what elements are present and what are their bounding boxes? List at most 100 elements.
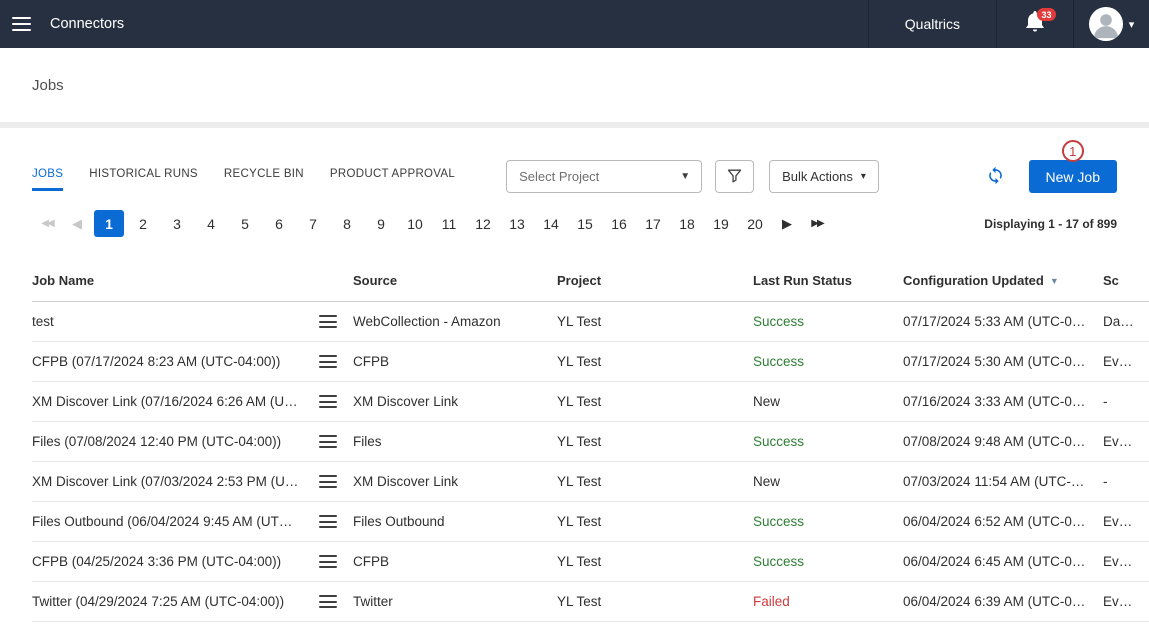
- page-number-18[interactable]: 18: [672, 210, 702, 237]
- project-cell: YL Test: [557, 542, 753, 582]
- bulk-actions-button[interactable]: Bulk Actions ▾: [769, 160, 879, 193]
- row-menu-button[interactable]: [319, 582, 353, 622]
- notification-count-badge: 33: [1037, 8, 1056, 21]
- page-number-15[interactable]: 15: [570, 210, 600, 237]
- source-cell: CFPB: [353, 342, 557, 382]
- annotation-step-1: 1: [1062, 140, 1084, 162]
- schedule-cell: Ev…: [1103, 422, 1149, 462]
- page-number-16[interactable]: 16: [604, 210, 634, 237]
- refresh-icon: [986, 166, 1005, 188]
- project-select-value: Select Project: [519, 169, 599, 184]
- column-header-last-run-status[interactable]: Last Run Status: [753, 261, 903, 302]
- table-row: Files (07/08/2024 12:40 PM (UTC-04:00))F…: [32, 422, 1149, 462]
- source-cell: Files Outbound: [353, 502, 557, 542]
- column-header-configuration-updated[interactable]: Configuration Updated ▼: [903, 261, 1103, 302]
- row-menu-button[interactable]: [319, 542, 353, 582]
- next-page-button[interactable]: ▶: [772, 210, 802, 237]
- source-cell: WebCollection - Amazon: [353, 302, 557, 342]
- schedule-cell: -: [1103, 382, 1149, 422]
- column-label: Sc: [1103, 273, 1119, 288]
- account-menu[interactable]: ▾: [1073, 0, 1149, 48]
- page-number-9[interactable]: 9: [366, 210, 396, 237]
- job-name-cell[interactable]: XM Discover Link (07/16/2024 6:26 AM (U…: [32, 382, 319, 422]
- page-number-4[interactable]: 4: [196, 210, 226, 237]
- page-number-14[interactable]: 14: [536, 210, 566, 237]
- job-name-cell[interactable]: Twitter (04/29/2024 7:25 AM (UTC-04:00)): [32, 582, 319, 622]
- status-cell: Success: [753, 422, 903, 462]
- column-header-sc[interactable]: Sc: [1103, 261, 1149, 302]
- row-menu-icon: [319, 595, 343, 608]
- updated-cell: 07/03/2024 11:54 AM (UTC-…: [903, 462, 1103, 502]
- status-cell: Success: [753, 502, 903, 542]
- tab-historical-runs[interactable]: HISTORICAL RUNS: [89, 162, 198, 191]
- job-name-cell[interactable]: test: [32, 302, 319, 342]
- job-name-cell[interactable]: Files (07/08/2024 12:40 PM (UTC-04:00)): [32, 422, 319, 462]
- row-menu-button[interactable]: [319, 462, 353, 502]
- page-number-12[interactable]: 12: [468, 210, 498, 237]
- hamburger-menu-icon[interactable]: [8, 9, 35, 39]
- column-label: Configuration Updated: [903, 273, 1044, 288]
- row-menu-icon: [319, 315, 343, 328]
- topbar-right: Qualtrics 33 ▾: [868, 0, 1149, 48]
- job-name-cell[interactable]: CFPB (04/25/2024 3:36 PM (UTC-04:00)): [32, 542, 319, 582]
- updated-cell: 06/04/2024 6:52 AM (UTC-0…: [903, 502, 1103, 542]
- page-number-10[interactable]: 10: [400, 210, 430, 237]
- schedule-cell: Da…: [1103, 302, 1149, 342]
- page-number-7[interactable]: 7: [298, 210, 328, 237]
- source-cell: XM Discover Link: [353, 382, 557, 422]
- row-menu-button[interactable]: [319, 342, 353, 382]
- table-row: XM Discover Link (07/03/2024 2:53 PM (U……: [32, 462, 1149, 502]
- table-header-row: Job Name SourceProjectLast Run Status Conf…: [32, 261, 1149, 302]
- last-page-button[interactable]: ▶▶: [802, 210, 832, 237]
- refresh-button[interactable]: [986, 166, 1005, 188]
- page-number-6[interactable]: 6: [264, 210, 294, 237]
- page-number-5[interactable]: 5: [230, 210, 260, 237]
- page-number-11[interactable]: 11: [434, 210, 464, 237]
- toolbar: JOBS HISTORICAL RUNS RECYCLE BIN PRODUCT AP…: [0, 128, 1149, 193]
- previous-page-button[interactable]: ◀: [62, 210, 92, 237]
- page-list: 1234567891011121314151617181920: [92, 210, 772, 237]
- job-name-cell[interactable]: XM Discover Link (07/03/2024 2:53 PM (U…: [32, 462, 319, 502]
- app-title: Connectors: [50, 16, 124, 32]
- column-header-source[interactable]: Source: [353, 261, 557, 302]
- page-number-13[interactable]: 13: [502, 210, 532, 237]
- filter-button[interactable]: [715, 160, 754, 193]
- top-navigation-bar: Connectors Qualtrics 33 ▾: [0, 0, 1149, 48]
- row-menu-button[interactable]: [319, 502, 353, 542]
- page-number-1[interactable]: 1: [94, 210, 124, 237]
- schedule-cell: Ev…: [1103, 502, 1149, 542]
- page-number-2[interactable]: 2: [128, 210, 158, 237]
- page-number-3[interactable]: 3: [162, 210, 192, 237]
- pagination: ◀◀ ◀ 1234567891011121314151617181920 ▶ ▶…: [0, 210, 1149, 237]
- job-name-cell[interactable]: Files Outbound (06/04/2024 9:45 AM (UT…: [32, 502, 319, 542]
- project-select[interactable]: Select Project ▼: [506, 160, 702, 193]
- tab-jobs[interactable]: JOBS: [32, 162, 63, 191]
- new-job-button[interactable]: New Job: [1029, 160, 1117, 193]
- schedule-cell: Ev…: [1103, 342, 1149, 382]
- table-body: testWebCollection - AmazonYL TestSuccess…: [32, 302, 1149, 622]
- notifications-button[interactable]: 33: [996, 0, 1073, 48]
- column-header-job-name[interactable]: Job Name: [32, 261, 319, 302]
- brand-menu[interactable]: Qualtrics: [868, 0, 996, 48]
- page-title: Jobs: [32, 77, 64, 94]
- first-page-button[interactable]: ◀◀: [32, 210, 62, 237]
- row-menu-button[interactable]: [319, 302, 353, 342]
- tab-product-approval[interactable]: PRODUCT APPROVAL: [330, 162, 455, 191]
- page-number-8[interactable]: 8: [332, 210, 362, 237]
- project-cell: YL Test: [557, 462, 753, 502]
- avatar: [1089, 7, 1123, 41]
- page-number-19[interactable]: 19: [706, 210, 736, 237]
- page-number-17[interactable]: 17: [638, 210, 668, 237]
- row-menu-icon: [319, 395, 343, 408]
- sort-desc-icon: ▼: [1050, 276, 1059, 286]
- column-label: Last Run Status: [753, 273, 852, 288]
- job-name-cell[interactable]: CFPB (07/17/2024 8:23 AM (UTC-04:00)): [32, 342, 319, 382]
- page-number-20[interactable]: 20: [740, 210, 770, 237]
- row-menu-button[interactable]: [319, 382, 353, 422]
- column-header-menu[interactable]: [319, 261, 353, 302]
- project-cell: YL Test: [557, 382, 753, 422]
- column-header-project[interactable]: Project: [557, 261, 753, 302]
- row-menu-button[interactable]: [319, 422, 353, 462]
- tab-recycle-bin[interactable]: RECYCLE BIN: [224, 162, 304, 191]
- table-row: CFPB (07/17/2024 8:23 AM (UTC-04:00)) CFP…: [32, 342, 1149, 382]
